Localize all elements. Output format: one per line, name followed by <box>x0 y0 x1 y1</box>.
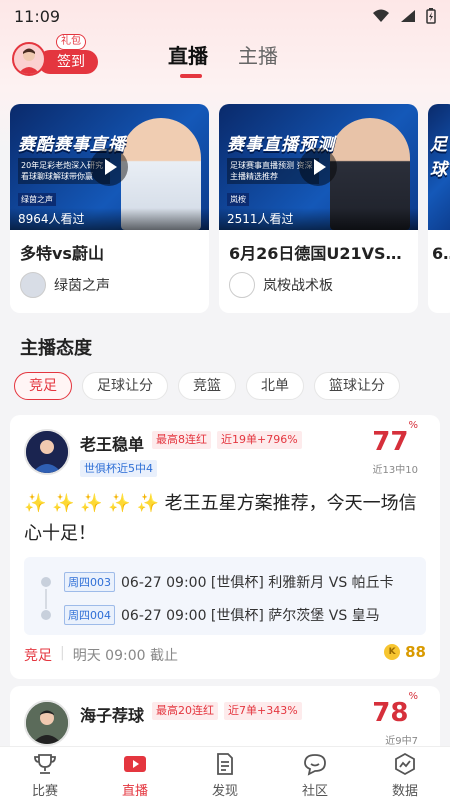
return-badge: 近19单+796% <box>217 431 302 449</box>
header: 签到 礼包 直播 主播 <box>0 32 450 82</box>
chip-jingzu[interactable]: 竞足 <box>14 372 72 400</box>
nav-data[interactable]: 数据 <box>370 747 440 800</box>
post-league: 竞足 <box>24 648 52 664</box>
status-bar: 11:09 <box>0 0 450 32</box>
win-rate: 77% <box>372 420 418 457</box>
thumb-tag: 绿茵之声 <box>18 193 56 206</box>
play-icon[interactable] <box>90 148 128 186</box>
league-record-badge: 世俱杯近5中4 <box>80 460 157 477</box>
play-icon[interactable] <box>299 148 337 186</box>
price[interactable]: K 88 <box>384 643 426 661</box>
featured-row: 赛酷赛事直播 20年足彩老炮深入研究 看球聊球解球带你赢 绿茵之声 8964人看… <box>10 104 450 313</box>
chip-football-handicap[interactable]: 足球让分 <box>82 372 168 400</box>
video-thumbnail: 足球 <box>428 104 450 230</box>
thumb-tag: 岚桉 <box>227 193 249 206</box>
video-thumbnail: 赛事直播预测 足球赛事直播预测 资深主播精选推荐 岚桉 2511人看过 <box>219 104 418 230</box>
author-name: 绿茵之声 <box>54 278 110 294</box>
wifi-icon <box>373 9 389 22</box>
status-time: 11:09 <box>14 6 61 26</box>
trophy-icon <box>32 751 58 777</box>
video-title: 多特vs蔚山 <box>20 244 104 263</box>
chat-bubble-icon <box>302 751 328 777</box>
content-scroll[interactable]: 赛酷赛事直播 20年足彩老炮深入研究 看球聊球解球带你赢 绿茵之声 8964人看… <box>0 82 450 746</box>
match-week: 周四003 <box>64 572 115 592</box>
user-avatar[interactable] <box>12 42 46 76</box>
video-card[interactable]: 赛事直播预测 足球赛事直播预测 资深主播精选推荐 岚桉 2511人看过 6月26… <box>219 104 418 313</box>
gift-badge: 礼包 <box>56 34 86 50</box>
host-name[interactable]: 海子荐球 <box>80 702 144 726</box>
chip-jinglan[interactable]: 竞篮 <box>178 372 236 400</box>
filter-chips: 竞足 足球让分 竞篮 北单 篮球让分 <box>14 372 400 400</box>
nav-label: 直播 <box>121 784 148 799</box>
win-rate-detail: 近9中7 <box>385 736 418 746</box>
nav-label: 比赛 <box>31 784 58 799</box>
chip-basketball-handicap[interactable]: 篮球让分 <box>314 372 400 400</box>
tab-live[interactable]: 直播 <box>168 40 208 78</box>
viewer-count: 8964人看过 <box>10 208 209 230</box>
streak-badge: 最高20连红 <box>152 702 218 720</box>
nav-label: 数据 <box>391 784 418 799</box>
nav-label: 社区 <box>301 784 328 799</box>
match-item[interactable]: 周四003 06-27 09:00 [世俱杯] 利雅新月 VS 帕丘卡 <box>64 572 394 592</box>
author-name: 岚桉战术板 <box>263 278 333 294</box>
match-item[interactable]: 周四004 06-27 09:00 [世俱杯] 萨尔茨堡 VS 皇马 <box>64 605 380 625</box>
post-text: ✨ ✨ ✨ ✨ ✨ 老王五星方案推荐，今天一场信心十足！ <box>24 493 417 544</box>
post-card[interactable]: 海子荐球 最高20连红 近7单+343% 78% 近9中7 <box>10 686 440 746</box>
battery-icon <box>426 8 436 24</box>
signin-button[interactable]: 签到 <box>38 50 98 74</box>
match-week: 周四004 <box>64 605 115 625</box>
timeline-dot <box>41 610 51 620</box>
win-rate-detail: 近13中10 <box>372 465 418 476</box>
coin-icon: K <box>384 644 401 660</box>
chip-beidan[interactable]: 北单 <box>246 372 304 400</box>
signal-icon <box>401 10 415 22</box>
host-badges: 最高8连红 近19单+796% <box>152 431 302 449</box>
streak-badge: 最高8连红 <box>152 431 211 449</box>
host-avatar[interactable] <box>24 429 70 475</box>
avatar-icon <box>26 431 68 473</box>
post-footer: 竞足 | 明天 09:00 截止 <box>24 645 178 665</box>
video-title: 6月26日德国U21VS法… <box>229 244 418 263</box>
video-card[interactable]: 足球 6月 <box>428 104 450 313</box>
price-value: 88 <box>405 643 426 661</box>
viewer-count: 2511人看过 <box>219 208 418 230</box>
nav-label: 发现 <box>211 784 238 799</box>
timeline-dot <box>41 577 51 587</box>
return-badge: 近7单+343% <box>224 702 302 720</box>
author-avatar <box>20 272 46 298</box>
author-avatar <box>229 272 255 298</box>
nav-discover[interactable]: 发现 <box>190 747 260 800</box>
video-title: 6月 <box>432 244 450 263</box>
host-name[interactable]: 老王稳单 <box>80 431 144 455</box>
match-info: 06-27 09:00 [世俱杯] 利雅新月 VS 帕丘卡 <box>121 575 394 591</box>
chart-icon <box>392 751 418 777</box>
avatar-icon <box>18 48 40 74</box>
top-tabs: 直播 主播 <box>168 40 278 78</box>
win-rate: 78% <box>372 691 418 728</box>
tab-hosts[interactable]: 主播 <box>238 40 278 76</box>
document-icon <box>212 751 238 777</box>
video-author[interactable]: 岚桉战术板 <box>219 264 418 298</box>
host-avatar[interactable] <box>24 700 70 746</box>
post-deadline: 明天 09:00 截止 <box>72 648 178 664</box>
section-title: 主播态度 <box>20 338 92 359</box>
host-badges: 最高20连红 近7单+343% <box>152 702 302 720</box>
play-button-icon <box>122 751 148 777</box>
timeline-line <box>45 589 47 609</box>
match-info: 06-27 09:00 [世俱杯] 萨尔茨堡 VS 皇马 <box>121 608 380 624</box>
video-author[interactable]: 绿茵之声 <box>10 264 209 298</box>
video-thumbnail: 赛酷赛事直播 20年足彩老炮深入研究 看球聊球解球带你赢 绿茵之声 8964人看… <box>10 104 209 230</box>
nav-live[interactable]: 直播 <box>100 747 170 800</box>
divider: | <box>60 645 65 661</box>
post-card[interactable]: 老王稳单 最高8连红 近19单+796% 世俱杯近5中4 77% 近13中10 … <box>10 415 440 679</box>
match-list[interactable]: 周四003 06-27 09:00 [世俱杯] 利雅新月 VS 帕丘卡 周四00… <box>24 557 426 635</box>
thumb-banner: 足球 <box>430 135 448 180</box>
nav-community[interactable]: 社区 <box>280 747 350 800</box>
bottom-nav: 比赛 直播 发现 社区 数据 <box>0 746 450 800</box>
signin-widget[interactable]: 签到 礼包 <box>12 34 98 78</box>
nav-matches[interactable]: 比赛 <box>10 747 80 800</box>
avatar-icon <box>26 702 68 744</box>
video-card[interactable]: 赛酷赛事直播 20年足彩老炮深入研究 看球聊球解球带你赢 绿茵之声 8964人看… <box>10 104 209 313</box>
